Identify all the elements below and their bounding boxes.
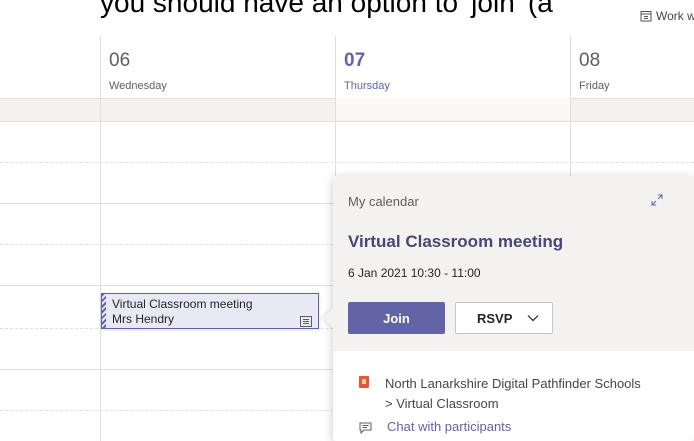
channel-info: North Lanarkshire Digital Pathfinder Sch… xyxy=(385,374,641,414)
event-title: Virtual Classroom meeting xyxy=(112,297,253,311)
chat-with-participants-link[interactable]: Chat with participants xyxy=(387,419,511,434)
rsvp-dropdown[interactable]: RSVP xyxy=(455,302,553,334)
view-switcher[interactable]: Work week xyxy=(640,9,694,23)
day-header-friday[interactable]: 08 Friday xyxy=(571,36,694,96)
chevron-down-icon xyxy=(527,315,539,322)
today-all-day-cell xyxy=(336,98,570,120)
day-header-thursday[interactable]: 07 Thursday xyxy=(336,36,570,96)
day-name: Thursday xyxy=(344,80,390,92)
day-number: 08 xyxy=(579,50,601,71)
view-switcher-label: Work week xyxy=(656,9,694,23)
event-stripe xyxy=(102,294,106,328)
meeting-title: Virtual Classroom meeting xyxy=(348,232,564,251)
time-slot-line xyxy=(0,162,694,163)
rsvp-label: RSVP xyxy=(477,310,513,326)
instruction-caption: you should have an option to 'join' (a xyxy=(100,0,553,18)
meeting-time: 6 Jan 2021 10:30 - 11:00 xyxy=(348,266,481,280)
team-channel-icon xyxy=(359,376,369,388)
day-name: Friday xyxy=(579,80,610,92)
day-name: Wednesday xyxy=(109,80,167,92)
event-organizer: Mrs Hendry xyxy=(112,312,175,326)
team-name: North Lanarkshire Digital Pathfinder Sch… xyxy=(385,376,641,391)
meeting-preview-popup: My calendar Virtual Classroom meeting 6 … xyxy=(323,176,694,441)
channel-name: > Virtual Classroom xyxy=(385,396,499,411)
column-divider xyxy=(100,36,101,441)
calendar-icon xyxy=(640,10,652,22)
join-button[interactable]: Join xyxy=(348,302,445,334)
day-header-wednesday[interactable]: 06 Wednesday xyxy=(101,36,335,96)
day-number: 06 xyxy=(109,50,131,71)
calendar-name: My calendar xyxy=(348,194,419,209)
meeting-details-icon xyxy=(300,314,312,332)
chat-icon xyxy=(359,421,372,439)
day-number: 07 xyxy=(344,50,366,71)
calendar-event-virtual-classroom[interactable]: Virtual Classroom meeting Mrs Hendry xyxy=(101,293,319,329)
expand-icon[interactable] xyxy=(651,193,663,211)
